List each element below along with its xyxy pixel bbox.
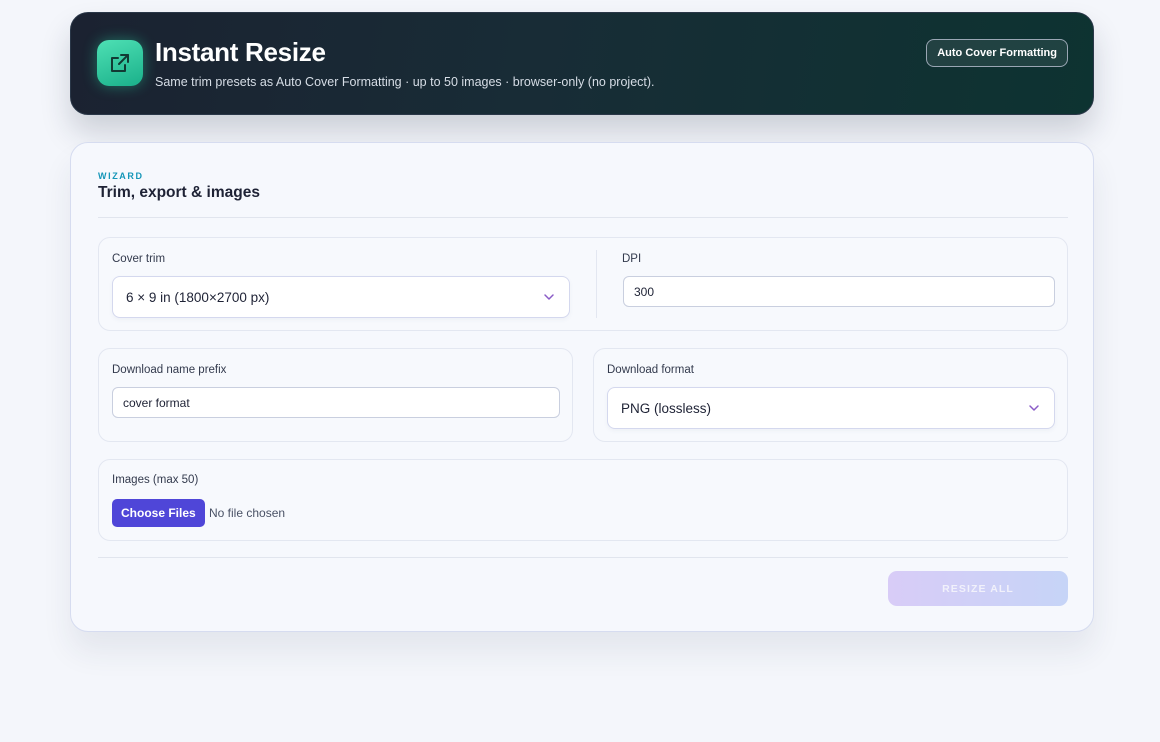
images-label: Images (max 50) (112, 474, 199, 486)
dpi-label: DPI (622, 253, 642, 265)
choose-files-button[interactable]: Choose Files (112, 499, 205, 527)
header-divider (98, 217, 1068, 218)
wizard-eyebrow: WIZARD (98, 171, 144, 181)
chevron-down-icon (1029, 405, 1039, 411)
wizard-title: Trim, export & images (98, 184, 260, 201)
download-format-panel: Download format PNG (lossless) (593, 348, 1068, 442)
cover-trim-label: Cover trim (112, 253, 166, 265)
panel-divider (596, 250, 597, 318)
header-banner: Instant Resize Same trim presets as Auto… (70, 12, 1094, 115)
cover-trim-select[interactable]: 6 × 9 in (1800×2700 px) (112, 276, 570, 318)
download-format-value: PNG (lossless) (621, 400, 712, 416)
file-status-text: No file chosen (209, 506, 286, 520)
download-format-label: Download format (607, 364, 694, 376)
external-resize-icon (97, 40, 143, 86)
page-subtitle: Same trim presets as Auto Cover Formatti… (155, 75, 655, 89)
download-format-select[interactable]: PNG (lossless) (607, 387, 1055, 429)
chevron-down-icon (544, 294, 554, 300)
dpi-input[interactable]: 300 (623, 276, 1055, 307)
page: Instant Resize Same trim presets as Auto… (0, 0, 1160, 742)
name-prefix-input[interactable]: cover format (112, 387, 560, 418)
name-prefix-panel: Download name prefix cover format (98, 348, 573, 442)
footer-divider (98, 557, 1068, 558)
images-panel: Images (max 50) Choose Files No file cho… (98, 459, 1068, 541)
wizard-card: WIZARD Trim, export & images Cover trim … (70, 142, 1094, 632)
trim-dpi-panel: Cover trim 6 × 9 in (1800×2700 px) DPI 3… (98, 237, 1068, 331)
cover-trim-value: 6 × 9 in (1800×2700 px) (126, 289, 270, 305)
name-prefix-label: Download name prefix (112, 364, 227, 376)
page-title: Instant Resize (155, 37, 326, 67)
auto-cover-formatting-button[interactable]: Auto Cover Formatting (926, 39, 1068, 67)
resize-all-button[interactable]: RESIZE ALL (888, 571, 1068, 606)
